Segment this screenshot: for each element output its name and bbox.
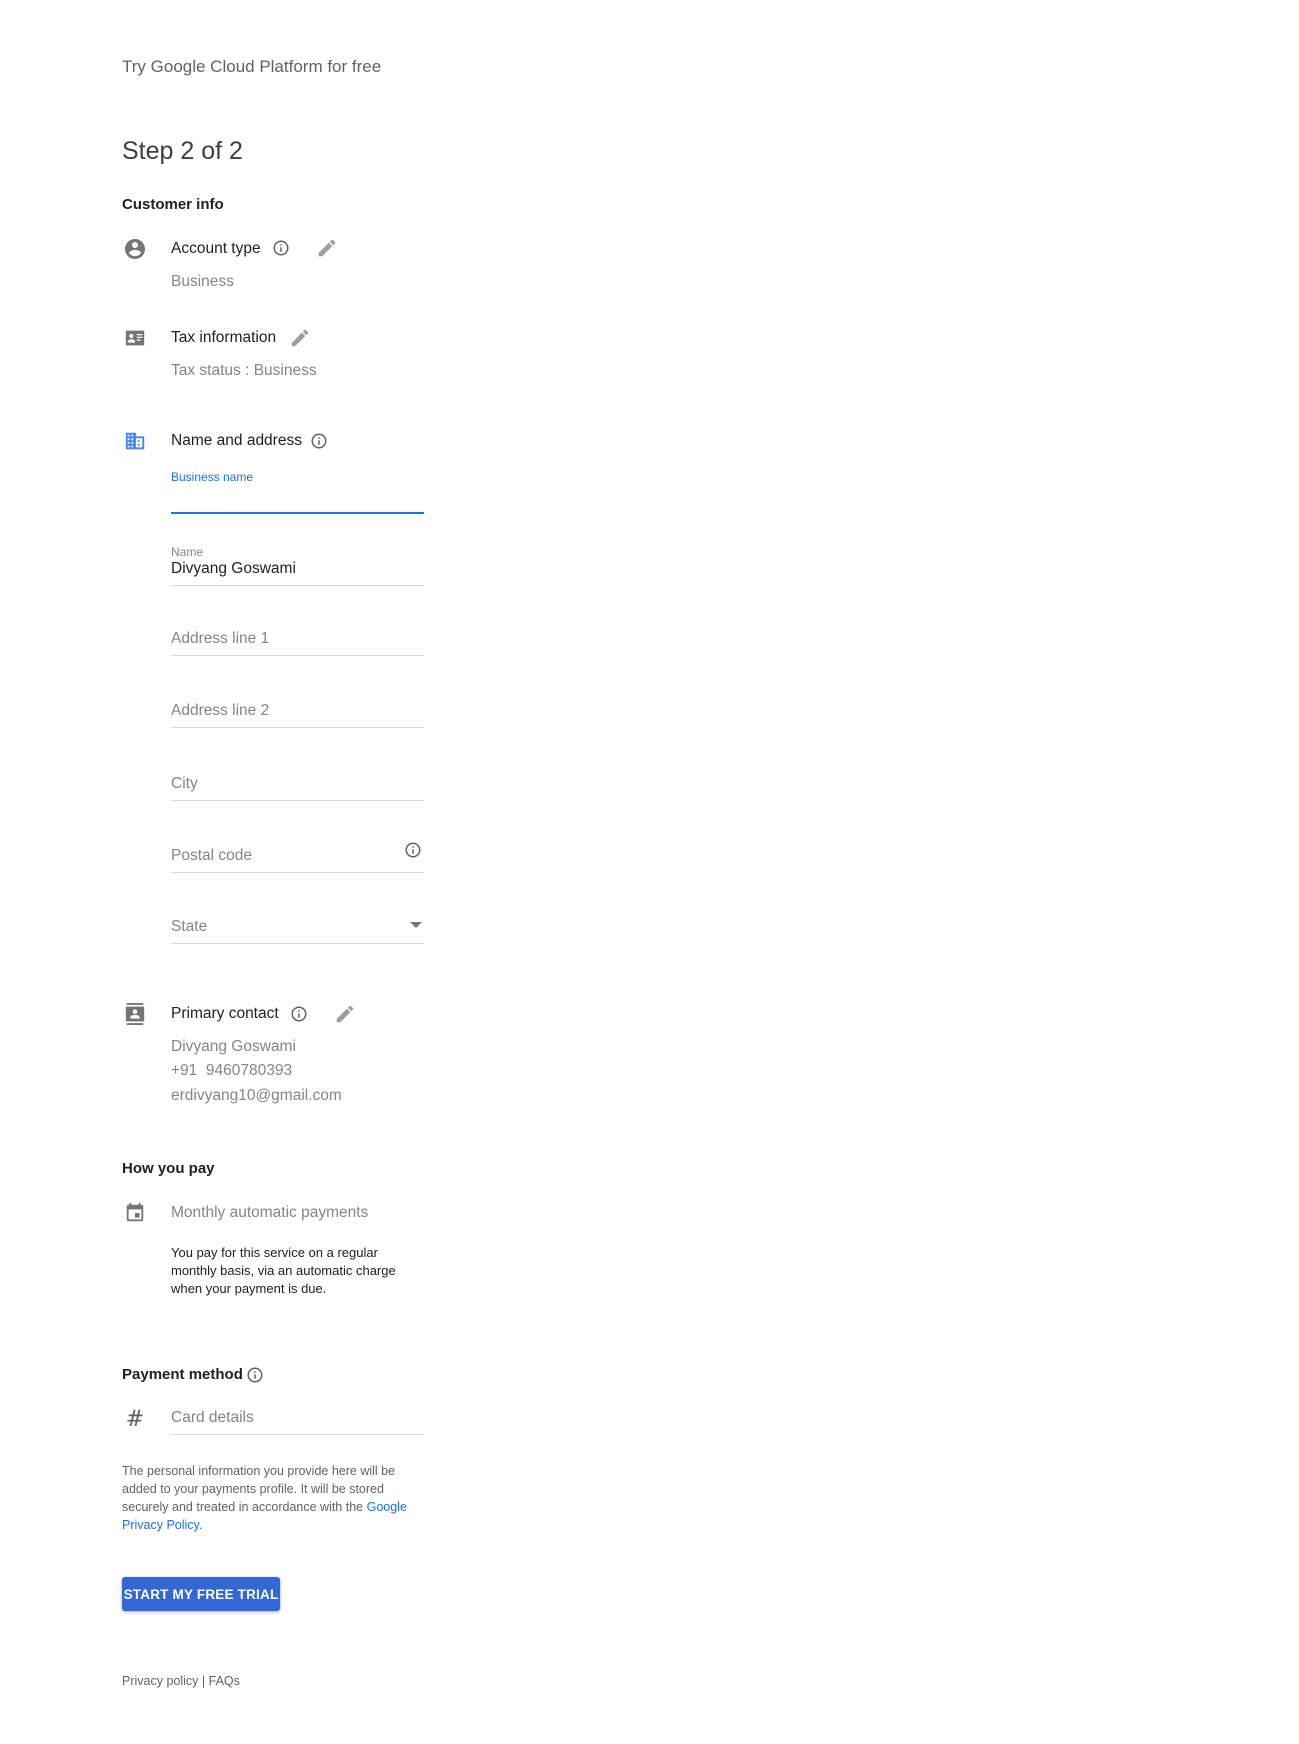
address-line-1-placeholder: Address line 1 [171,630,270,647]
pencil-icon [291,329,309,347]
address-line-2-placeholder: Address line 2 [171,702,270,719]
tax-status-value: Tax status : Business [171,362,317,379]
payment-schedule-description: You pay for this service on a regular mo… [171,1245,396,1296]
postal-code-field[interactable]: Postal code [171,838,424,873]
card-details-field[interactable]: Card details [171,1400,424,1435]
footer: Privacy policy | FAQs [122,1674,240,1688]
calendar-icon [122,1200,148,1226]
address-line-2-field[interactable]: Address line 2 [171,693,424,728]
city-placeholder: City [171,775,198,792]
info-icon[interactable] [289,1004,309,1024]
privacy-notice-text: The personal information you provide her… [122,1464,396,1514]
name-label: Name [171,545,204,559]
step-indicator: Step 2 of 2 [122,137,243,165]
how-you-pay-heading: How you pay [122,1160,215,1177]
account-type-value: Business [171,273,234,290]
dropdown-arrow-icon [410,915,422,933]
footer-separator: | [198,1674,209,1688]
contact-email: erdivyang10@gmail.com [171,1087,342,1104]
business-name-label: Business name [171,470,254,484]
tax-id-card-icon [122,325,148,351]
account-circle-icon [122,236,148,262]
faqs-link[interactable]: FAQs [209,1674,240,1688]
contact-name: Divyang Goswami [171,1038,296,1055]
info-icon[interactable] [271,238,291,258]
business-building-icon [122,428,148,454]
postal-code-info-icon[interactable] [404,841,422,864]
city-field[interactable]: City [171,766,424,801]
card-number-hash-icon: # [125,1406,145,1432]
start-free-trial-button[interactable]: START MY FREE TRIAL [122,1577,280,1611]
info-icon[interactable] [309,431,329,451]
tax-information-label: Tax information [171,329,277,346]
edit-tax-information-button[interactable] [288,326,312,350]
pencil-icon [318,239,336,257]
address-line-1-field[interactable]: Address line 1 [171,621,424,656]
primary-contact-label: Primary contact [171,1005,279,1022]
name-and-address-label: Name and address [171,432,302,449]
account-type-label: Account type [171,240,261,257]
payment-method-heading: Payment method [122,1366,243,1383]
name-value: Divyang Goswami [171,560,296,577]
info-icon[interactable] [245,1365,265,1385]
privacy-notice: The personal information you provide her… [122,1462,432,1534]
customer-info-heading: Customer info [122,196,224,213]
payment-schedule: Monthly automatic payments [171,1204,369,1221]
postal-code-placeholder: Postal code [171,847,252,864]
contact-phone: +91 9460780393 [171,1062,293,1079]
state-select[interactable]: State [171,909,424,944]
privacy-notice-suffix: . [198,1518,203,1532]
edit-primary-contact-button[interactable] [333,1002,357,1026]
name-field[interactable]: Name Divyang Goswami [171,545,424,586]
contact-card-icon [122,1001,148,1027]
card-details-placeholder: Card details [171,1409,254,1426]
edit-account-type-button[interactable] [315,236,339,260]
state-placeholder: State [171,918,208,935]
app-title: Try Google Cloud Platform for free [122,57,382,76]
privacy-policy-link[interactable]: Privacy policy [122,1674,198,1688]
pencil-icon [336,1005,354,1023]
business-name-field[interactable]: Business name [171,470,424,514]
